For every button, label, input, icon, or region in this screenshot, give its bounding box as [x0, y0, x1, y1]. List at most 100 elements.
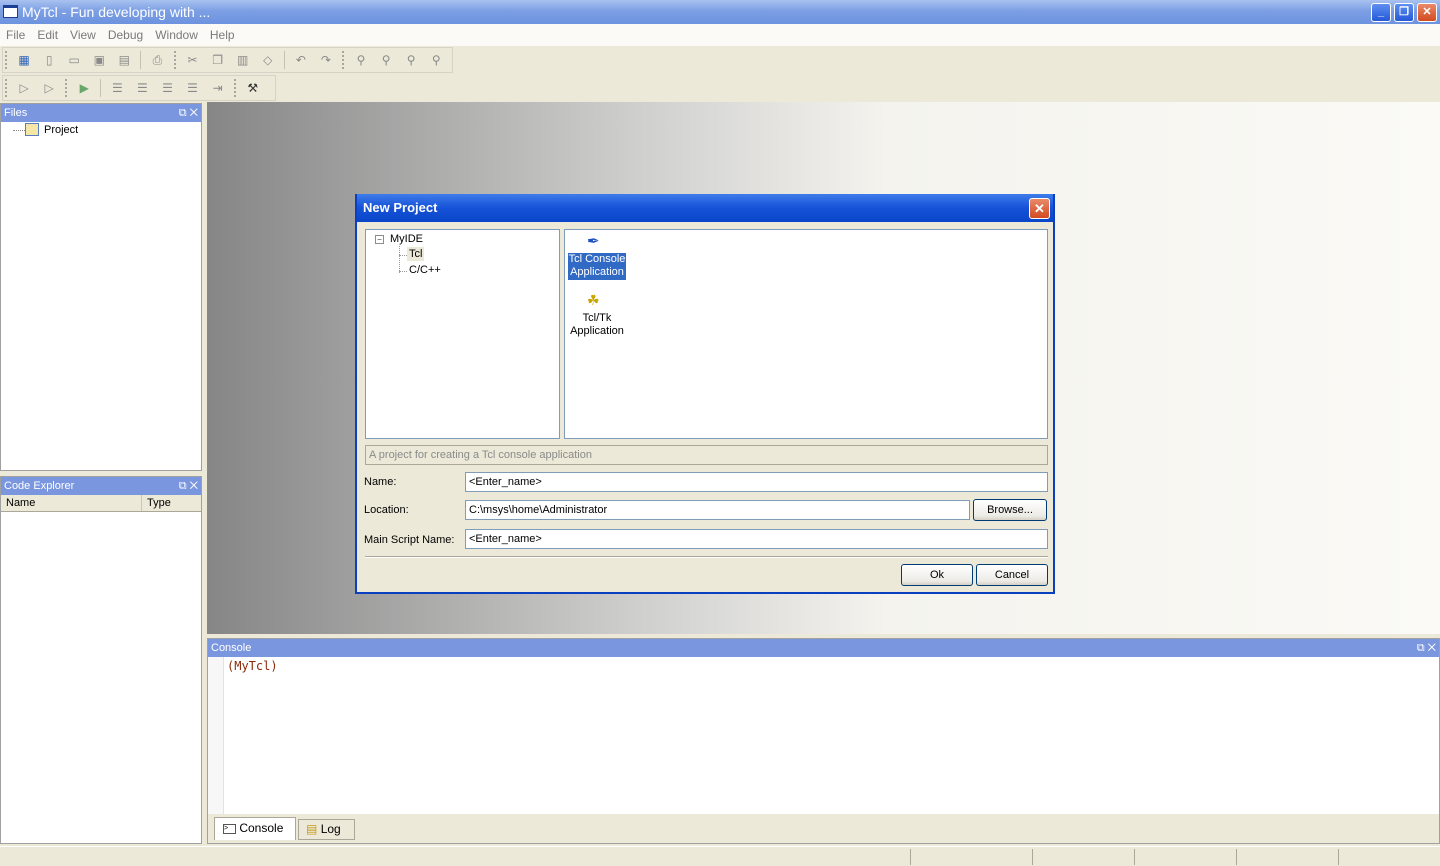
float-icon[interactable]: ⧉	[1417, 642, 1425, 654]
float-icon[interactable]: ⧉	[179, 480, 187, 492]
tab-console[interactable]: > Console	[214, 817, 296, 840]
outdent-icon[interactable]: ☰	[134, 80, 150, 96]
find-next-icon[interactable]: ⚲	[378, 52, 394, 68]
cancel-button[interactable]: Cancel	[976, 564, 1048, 586]
col-type-header[interactable]: Type	[143, 495, 201, 511]
window-titlebar: MyTcl - Fun developing with ... _ ❐ ✕	[0, 0, 1440, 24]
tree-item-tcl[interactable]: Tcl	[407, 247, 425, 261]
close-icon[interactable]: ✕	[190, 480, 198, 492]
delete-icon[interactable]: ◇	[260, 52, 276, 68]
tree-item-project[interactable]: Project	[44, 124, 78, 136]
status-segment	[1032, 849, 1033, 865]
new-file-icon[interactable]: ▯	[41, 52, 57, 68]
minimize-button[interactable]: _	[1371, 3, 1391, 22]
tree-line	[399, 271, 407, 272]
feather-icon: ✒	[587, 233, 600, 250]
save-icon[interactable]: ▣	[91, 52, 107, 68]
toolbar-separator	[100, 79, 102, 97]
replace-icon[interactable]: ⚲	[403, 52, 419, 68]
debug-stop-icon[interactable]: ▷	[41, 80, 57, 96]
close-window-button[interactable]: ✕	[1417, 3, 1437, 22]
save-all-icon[interactable]: ▤	[116, 52, 132, 68]
undo-icon[interactable]: ↶	[293, 52, 309, 68]
comment-icon[interactable]: ☰	[160, 80, 176, 96]
name-label: Name:	[364, 476, 397, 488]
menu-view[interactable]: View	[64, 24, 102, 46]
find-icon[interactable]: ⚲	[353, 52, 369, 68]
location-label: Location:	[364, 504, 409, 516]
console-output[interactable]: (MyTcl)	[208, 657, 1439, 814]
cut-icon[interactable]: ✂	[185, 52, 201, 68]
print-icon[interactable]: ⎙	[149, 52, 165, 68]
project-icon[interactable]: ▦	[16, 52, 32, 68]
column-header-row: Name Type	[1, 495, 201, 512]
toolbar-grip[interactable]	[342, 51, 345, 69]
toolbar-grip[interactable]	[5, 51, 8, 69]
toolbar-grip[interactable]	[65, 79, 68, 97]
console-panel: Console ⧉ ✕ (MyTcl) > Console ▤ Log	[207, 638, 1440, 844]
paste-icon[interactable]: ▥	[235, 52, 251, 68]
new-project-dialog: New Project ✕ − MyIDE Tcl C/C++ ✒ Tcl Co…	[355, 194, 1055, 594]
tree-item-cpp[interactable]: C/C++	[409, 264, 441, 276]
code-explorer-header: Code Explorer ⧉ ✕	[1, 477, 201, 495]
template-label: Tcl/Tk	[582, 312, 612, 324]
script-name-input[interactable]: <Enter_name>	[465, 529, 1048, 549]
console-title: Console	[211, 642, 252, 654]
menu-edit[interactable]: Edit	[31, 24, 64, 46]
debug-toolbar: ▷ ▷ ▶ ☰ ☰ ☰ ☰ ⇥ ⚒	[2, 75, 276, 101]
code-explorer-panel: Code Explorer ⧉ ✕ Name Type	[0, 476, 202, 844]
menu-debug[interactable]: Debug	[102, 24, 149, 46]
open-icon[interactable]: ▭	[66, 52, 82, 68]
location-input[interactable]: C:\msys\home\Administrator	[465, 500, 970, 520]
float-icon[interactable]: ⧉	[179, 107, 187, 119]
toolbar-grip[interactable]	[233, 79, 237, 97]
debug-run-icon[interactable]: ▷	[16, 80, 32, 96]
status-segment	[1134, 849, 1135, 865]
uncomment-icon[interactable]: ☰	[185, 80, 201, 96]
run-icon[interactable]: ▶	[76, 80, 92, 96]
app-icon	[3, 5, 18, 18]
ok-button[interactable]: Ok	[901, 564, 973, 586]
template-label: Tcl Console	[568, 253, 626, 265]
console-prompt: (MyTcl)	[227, 659, 278, 673]
project-icon	[25, 123, 39, 136]
category-tree: − MyIDE Tcl C/C++	[365, 229, 560, 439]
console-gutter	[208, 657, 224, 814]
menu-help[interactable]: Help	[204, 24, 241, 46]
dialog-close-button[interactable]: ✕	[1029, 198, 1050, 219]
name-input[interactable]: <Enter_name>	[465, 472, 1048, 492]
browse-button[interactable]: Browse...	[973, 499, 1047, 521]
close-icon[interactable]: ✕	[1428, 642, 1436, 654]
tab-icon[interactable]: ⇥	[210, 80, 226, 96]
console-tab-icon: >	[223, 823, 236, 834]
menu-window[interactable]: Window	[149, 24, 204, 46]
menu-file[interactable]: File	[0, 24, 31, 46]
template-tcl-tk[interactable]: Tcl/Tk Application	[568, 312, 626, 339]
restore-button[interactable]: ❐	[1394, 3, 1414, 22]
tree-line	[399, 246, 400, 273]
template-list: ✒ Tcl Console Application ☘ Tcl/Tk Appli…	[564, 229, 1048, 439]
template-tcl-console[interactable]: Tcl Console Application	[568, 253, 626, 280]
script-name-label: Main Script Name:	[364, 534, 455, 546]
close-icon[interactable]: ✕	[190, 107, 198, 119]
toolbar-grip[interactable]	[173, 51, 177, 69]
menu-bar: File Edit View Debug Window Help	[0, 24, 1440, 46]
toolbar-separator	[283, 51, 285, 69]
divider	[365, 556, 1048, 558]
code-explorer-title: Code Explorer	[4, 480, 75, 492]
tools-icon[interactable]: ⚒	[245, 80, 261, 96]
redo-icon[interactable]: ↷	[318, 52, 334, 68]
status-segment	[910, 849, 911, 865]
files-panel: Files ⧉ ✕ Project	[0, 103, 202, 471]
dialog-title: New Project	[363, 200, 438, 215]
toolbar-grip[interactable]	[5, 79, 8, 97]
tree-item-myide[interactable]: MyIDE	[390, 233, 423, 245]
console-header: Console ⧉ ✕	[208, 639, 1439, 657]
find-in-files-icon[interactable]: ⚲	[428, 52, 444, 68]
indent-icon[interactable]: ☰	[109, 80, 125, 96]
template-label: Application	[570, 325, 624, 337]
copy-icon[interactable]: ❐	[210, 52, 226, 68]
col-name-header[interactable]: Name	[1, 495, 142, 511]
collapse-icon[interactable]: −	[375, 235, 384, 244]
tab-log[interactable]: ▤ Log	[298, 819, 355, 840]
